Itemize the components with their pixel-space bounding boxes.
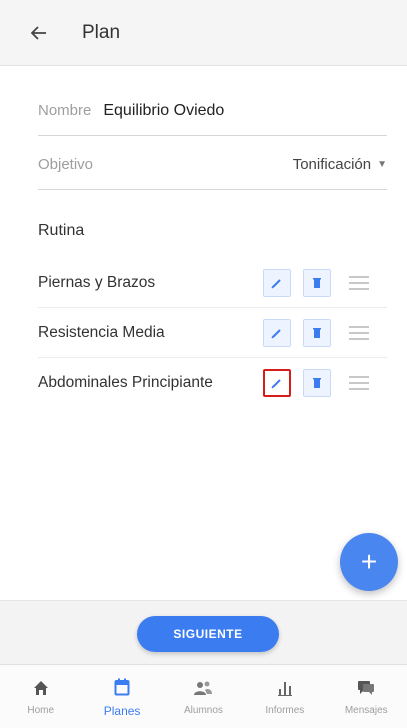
users-icon <box>194 681 213 695</box>
nav-item-alumnos[interactable]: Alumnos <box>165 677 241 716</box>
back-button[interactable] <box>24 18 54 48</box>
edit-routine-button[interactable] <box>263 369 291 397</box>
trash-icon <box>313 278 321 288</box>
edit-routine-button[interactable] <box>263 269 291 297</box>
trash-icon <box>313 328 321 338</box>
drag-handle-icon[interactable] <box>349 376 369 390</box>
trash-icon <box>313 378 321 388</box>
nav-item-mensajes[interactable]: Mensajes <box>328 677 404 716</box>
add-routine-button[interactable]: + <box>340 533 398 591</box>
drag-handle-icon[interactable] <box>349 326 369 340</box>
pencil-icon <box>271 329 281 339</box>
next-button[interactable]: SIGUIENTE <box>137 616 279 652</box>
pencil-icon <box>271 279 281 289</box>
nav-label-mensajes: Mensajes <box>344 705 388 716</box>
nav-item-informes[interactable]: Informes <box>247 677 323 716</box>
name-field[interactable]: Nombre Equilibrio Oviedo <box>38 86 387 136</box>
routine-row: Piernas y Brazos <box>38 258 387 308</box>
delete-routine-button[interactable] <box>303 319 331 347</box>
chat-icon <box>358 681 375 695</box>
routine-row: Resistencia Media <box>38 308 387 358</box>
nav-item-planes[interactable]: Planes <box>84 676 160 718</box>
nav-item-home[interactable]: Home <box>3 677 79 716</box>
goal-label: Objetivo <box>38 156 94 173</box>
calendar-icon <box>114 678 130 695</box>
bar-chart-icon <box>277 682 292 696</box>
delete-routine-button[interactable] <box>303 269 331 297</box>
pencil-icon <box>271 379 281 389</box>
drag-handle-icon[interactable] <box>349 276 369 290</box>
edit-routine-button[interactable] <box>263 319 291 347</box>
goal-select[interactable]: Objetivo Tonificación ▼ <box>38 140 387 190</box>
caret-down-icon: ▼ <box>377 159 387 170</box>
goal-value[interactable]: Tonificación <box>293 156 371 173</box>
nav-label-alumnos: Alumnos <box>184 705 223 716</box>
routine-row: Abdominales Principiante <box>38 358 387 408</box>
home-icon <box>33 681 48 695</box>
name-label: Nombre <box>38 102 92 119</box>
name-value[interactable]: Equilibrio Oviedo <box>103 102 224 120</box>
nav-label-home: Home <box>27 705 55 716</box>
nav-label-informes: Informes <box>265 705 305 716</box>
bottom-nav: Home Planes Alumnos Informes Mensajes <box>0 664 407 728</box>
delete-routine-button[interactable] <box>303 369 331 397</box>
routine-section-title: Rutina <box>38 222 85 239</box>
arrow-left-icon <box>31 25 46 40</box>
nav-label-planes: Planes <box>103 703 141 718</box>
page-title: Plan <box>82 21 121 43</box>
routine-list: Piernas y Brazos Resistencia Media Abdom… <box>38 258 387 408</box>
app-bar: Plan <box>0 0 407 66</box>
